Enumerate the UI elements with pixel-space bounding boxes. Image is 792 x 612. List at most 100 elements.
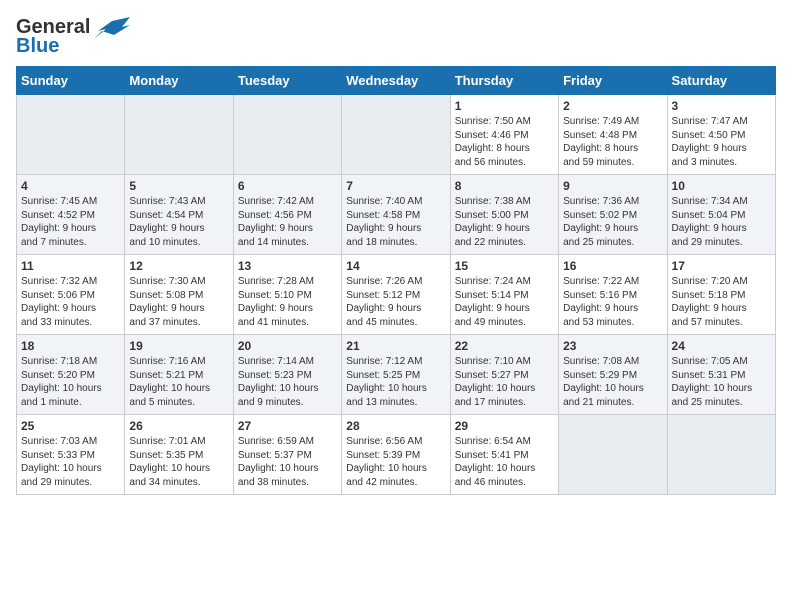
calendar-cell: 20Sunrise: 7:14 AM Sunset: 5:23 PM Dayli…: [233, 335, 341, 415]
calendar-cell: 26 Sunrise: 7:01 AM Sunset: 5:35 PM Dayli…: [125, 415, 233, 495]
calendar-cell: 6 Sunrise: 7:42 AM Sunset: 4:56 PM Daylig…: [233, 175, 341, 255]
calendar-cell: 23 Sunrise: 7:08 AM Sunset: 5:29 PM Dayli…: [559, 335, 667, 415]
day-number: 2: [563, 99, 662, 113]
day-info: Sunrise: 7:24 AM Sunset: 5:14 PM Dayligh…: [455, 275, 554, 329]
day-number: 22: [455, 339, 554, 353]
day-number: 7: [346, 179, 445, 193]
day-number: 13: [238, 259, 337, 273]
col-header-sunday: Sunday: [17, 67, 125, 95]
col-header-monday: Monday: [125, 67, 233, 95]
day-number: 21: [346, 339, 445, 353]
day-info: Sunrise: 7:20 AM Sunset: 5:18 PM Dayligh…: [672, 275, 771, 329]
calendar-row-1: 1 Sunrise: 7:50 AM Sunset: 4:46 PM Daylig…: [17, 95, 776, 175]
calendar-row-5: 25 Sunrise: 7:03 AM Sunset: 5:33 PM Dayli…: [17, 415, 776, 495]
calendar-cell: 3 Sunrise: 7:47 AM Sunset: 4:50 PM Daylig…: [667, 95, 775, 175]
calendar-table: SundayMondayTuesdayWednesdayThursdayFrid…: [16, 66, 776, 495]
day-info: Sunrise: 7:42 AM Sunset: 4:56 PM Dayligh…: [238, 195, 337, 249]
day-info: Sunrise: 7:32 AM Sunset: 5:06 PM Dayligh…: [21, 275, 120, 329]
col-header-thursday: Thursday: [450, 67, 558, 95]
day-number: 11: [21, 259, 120, 273]
day-number: 15: [455, 259, 554, 273]
day-number: 29: [455, 419, 554, 433]
col-header-wednesday: Wednesday: [342, 67, 450, 95]
calendar-row-2: 4 Sunrise: 7:45 AM Sunset: 4:52 PM Daylig…: [17, 175, 776, 255]
day-number: 27: [238, 419, 337, 433]
calendar-row-4: 18 Sunrise: 7:18 AM Sunset: 5:20 PM Dayli…: [17, 335, 776, 415]
calendar-cell: 5 Sunrise: 7:43 AM Sunset: 4:54 PM Daylig…: [125, 175, 233, 255]
calendar-header-row: SundayMondayTuesdayWednesdayThursdayFrid…: [17, 67, 776, 95]
day-info: Sunrise: 7:38 AM Sunset: 5:00 PM Dayligh…: [455, 195, 554, 249]
day-number: 25: [21, 419, 120, 433]
col-header-friday: Friday: [559, 67, 667, 95]
calendar-cell: 28 Sunrise: 6:56 AM Sunset: 5:39 PM Dayli…: [342, 415, 450, 495]
calendar-cell: 1 Sunrise: 7:50 AM Sunset: 4:46 PM Daylig…: [450, 95, 558, 175]
day-info: Sunrise: 7:50 AM Sunset: 4:46 PM Dayligh…: [455, 115, 554, 169]
day-info: Sunrise: 6:56 AM Sunset: 5:39 PM Dayligh…: [346, 435, 445, 489]
calendar-cell: 22 Sunrise: 7:10 AM Sunset: 5:27 PM Dayli…: [450, 335, 558, 415]
day-info: Sunrise: 7:49 AM Sunset: 4:48 PM Dayligh…: [563, 115, 662, 169]
calendar-cell: 10 Sunrise: 7:34 AM Sunset: 5:04 PM Dayli…: [667, 175, 775, 255]
day-number: 20: [238, 339, 337, 353]
calendar-cell: 14Sunrise: 7:26 AM Sunset: 5:12 PM Dayli…: [342, 255, 450, 335]
day-number: 1: [455, 99, 554, 113]
day-number: 10: [672, 179, 771, 193]
day-number: 9: [563, 179, 662, 193]
page-header: General Blue: [16, 16, 776, 58]
day-number: 6: [238, 179, 337, 193]
day-number: 14: [346, 259, 445, 273]
day-number: 24: [672, 339, 771, 353]
day-number: 12: [129, 259, 228, 273]
day-info: Sunrise: 7:47 AM Sunset: 4:50 PM Dayligh…: [672, 115, 771, 169]
calendar-cell: 13 Sunrise: 7:28 AM Sunset: 5:10 PM Dayli…: [233, 255, 341, 335]
day-info: Sunrise: 7:40 AM Sunset: 4:58 PM Dayligh…: [346, 195, 445, 249]
day-number: 19: [129, 339, 228, 353]
day-number: 28: [346, 419, 445, 433]
col-header-tuesday: Tuesday: [233, 67, 341, 95]
day-info: Sunrise: 7:12 AM Sunset: 5:25 PM Dayligh…: [346, 355, 445, 409]
day-info: Sunrise: 7:28 AM Sunset: 5:10 PM Dayligh…: [238, 275, 337, 329]
calendar-cell: 2 Sunrise: 7:49 AM Sunset: 4:48 PM Daylig…: [559, 95, 667, 175]
logo-text-blue: Blue: [16, 35, 59, 58]
day-info: Sunrise: 7:22 AM Sunset: 5:16 PM Dayligh…: [563, 275, 662, 329]
day-info: Sunrise: 7:34 AM Sunset: 5:04 PM Dayligh…: [672, 195, 771, 249]
calendar-cell: [667, 415, 775, 495]
calendar-row-3: 11 Sunrise: 7:32 AM Sunset: 5:06 PM Dayli…: [17, 255, 776, 335]
calendar-cell: 8 Sunrise: 7:38 AM Sunset: 5:00 PM Daylig…: [450, 175, 558, 255]
day-number: 18: [21, 339, 120, 353]
day-info: Sunrise: 6:59 AM Sunset: 5:37 PM Dayligh…: [238, 435, 337, 489]
day-info: Sunrise: 7:03 AM Sunset: 5:33 PM Dayligh…: [21, 435, 120, 489]
day-info: Sunrise: 7:30 AM Sunset: 5:08 PM Dayligh…: [129, 275, 228, 329]
day-number: 3: [672, 99, 771, 113]
logo-bird-icon: [94, 17, 130, 39]
calendar-cell: [125, 95, 233, 175]
day-number: 23: [563, 339, 662, 353]
calendar-cell: 29 Sunrise: 6:54 AM Sunset: 5:41 PM Dayli…: [450, 415, 558, 495]
day-number: 4: [21, 179, 120, 193]
day-number: 17: [672, 259, 771, 273]
day-info: Sunrise: 7:10 AM Sunset: 5:27 PM Dayligh…: [455, 355, 554, 409]
day-info: Sunrise: 6:54 AM Sunset: 5:41 PM Dayligh…: [455, 435, 554, 489]
day-info: Sunrise: 7:43 AM Sunset: 4:54 PM Dayligh…: [129, 195, 228, 249]
calendar-cell: 17 Sunrise: 7:20 AM Sunset: 5:18 PM Dayli…: [667, 255, 775, 335]
calendar-cell: 19 Sunrise: 7:16 AM Sunset: 5:21 PM Dayli…: [125, 335, 233, 415]
calendar-cell: [17, 95, 125, 175]
col-header-saturday: Saturday: [667, 67, 775, 95]
calendar-cell: 15 Sunrise: 7:24 AM Sunset: 5:14 PM Dayli…: [450, 255, 558, 335]
day-info: Sunrise: 7:18 AM Sunset: 5:20 PM Dayligh…: [21, 355, 120, 409]
day-info: Sunrise: 7:08 AM Sunset: 5:29 PM Dayligh…: [563, 355, 662, 409]
day-info: Sunrise: 7:45 AM Sunset: 4:52 PM Dayligh…: [21, 195, 120, 249]
day-number: 5: [129, 179, 228, 193]
calendar-cell: 16Sunrise: 7:22 AM Sunset: 5:16 PM Dayli…: [559, 255, 667, 335]
calendar-cell: 12 Sunrise: 7:30 AM Sunset: 5:08 PM Dayli…: [125, 255, 233, 335]
calendar-cell: 11 Sunrise: 7:32 AM Sunset: 5:06 PM Dayli…: [17, 255, 125, 335]
day-info: Sunrise: 7:16 AM Sunset: 5:21 PM Dayligh…: [129, 355, 228, 409]
day-number: 26: [129, 419, 228, 433]
calendar-cell: [342, 95, 450, 175]
day-info: Sunrise: 7:05 AM Sunset: 5:31 PM Dayligh…: [672, 355, 771, 409]
day-number: 8: [455, 179, 554, 193]
day-info: Sunrise: 7:01 AM Sunset: 5:35 PM Dayligh…: [129, 435, 228, 489]
calendar-cell: [559, 415, 667, 495]
calendar-cell: 18 Sunrise: 7:18 AM Sunset: 5:20 PM Dayli…: [17, 335, 125, 415]
calendar-cell: 27 Sunrise: 6:59 AM Sunset: 5:37 PM Dayli…: [233, 415, 341, 495]
calendar-cell: 4 Sunrise: 7:45 AM Sunset: 4:52 PM Daylig…: [17, 175, 125, 255]
